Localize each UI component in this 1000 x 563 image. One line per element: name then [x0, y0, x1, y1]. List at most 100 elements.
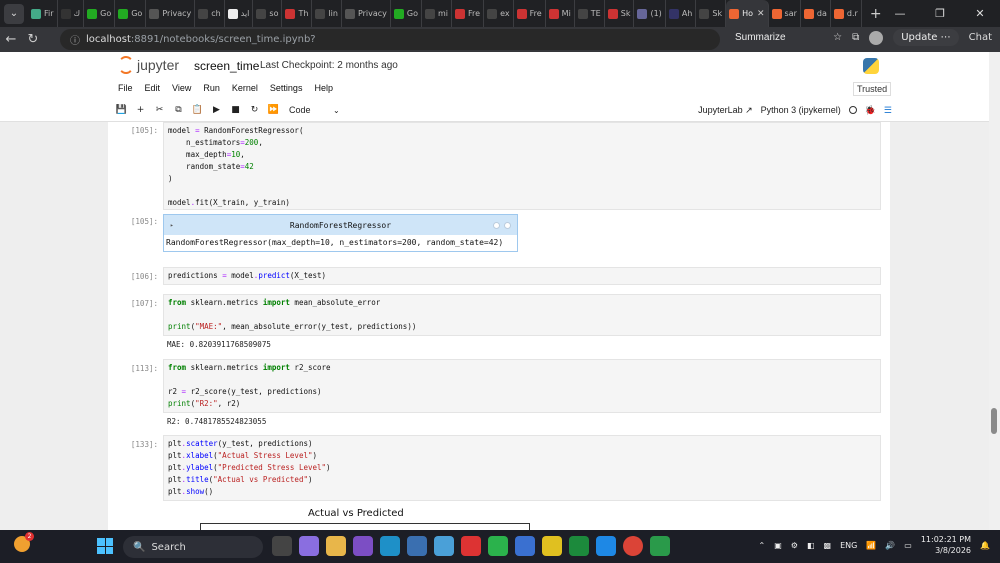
bug-icon[interactable]: 🐞 — [865, 105, 876, 116]
expand-arrow-icon[interactable]: ▸ — [170, 222, 174, 229]
browser-tab[interactable]: da — [801, 0, 831, 27]
notebook-name[interactable]: screen_time — [194, 59, 259, 73]
star-icon[interactable]: ☆ — [833, 32, 842, 43]
menu-help[interactable]: Help — [314, 83, 333, 93]
browser-tab[interactable]: Mi — [546, 0, 575, 27]
maximize-button[interactable]: ❐ — [920, 0, 960, 27]
app-icon[interactable] — [515, 536, 535, 556]
battery-icon[interactable]: ▭ — [904, 541, 912, 550]
stop-icon[interactable]: ■ — [226, 105, 245, 115]
restart-icon[interactable]: ↻ — [245, 105, 264, 115]
browser-tab[interactable]: lin — [312, 0, 342, 27]
chat-button[interactable]: Chat — [969, 32, 992, 43]
reload-icon[interactable]: ↻ — [22, 32, 44, 47]
add-cell-icon[interactable]: + — [131, 105, 150, 115]
run-all-icon[interactable]: ⏩ — [264, 105, 283, 115]
profile-avatar[interactable] — [869, 30, 884, 45]
browser-tab[interactable]: d.r — [831, 0, 862, 27]
list-icon[interactable]: ☰ — [884, 105, 892, 116]
kernel-name[interactable]: Python 3 (ipykernel) — [761, 105, 841, 115]
tray-icon[interactable]: ⚙ — [791, 541, 798, 550]
menu-view[interactable]: View — [172, 83, 191, 93]
close-tab-icon[interactable]: ✕ — [757, 9, 765, 19]
paste-icon[interactable]: 📋 — [188, 105, 207, 115]
chrome-icon[interactable] — [623, 536, 643, 556]
chevron-down-icon[interactable]: ⌄ — [333, 106, 340, 115]
tray-icon[interactable]: ▩ — [824, 541, 832, 550]
code-editor[interactable]: predictions = model.predict(X_test) — [163, 267, 881, 285]
chevron-up-icon[interactable]: ⌃ — [759, 541, 766, 550]
jupyter-logo[interactable]: jupyter — [118, 56, 179, 74]
language-indicator[interactable]: ENG — [840, 541, 857, 550]
vertical-scrollbar[interactable] — [989, 52, 1000, 530]
browser-tab[interactable]: Go — [84, 0, 116, 27]
start-button[interactable] — [97, 538, 113, 554]
menu-settings[interactable]: Settings — [270, 83, 303, 93]
browser-tab[interactable]: TE — [575, 0, 605, 27]
browser-tab[interactable]: ch — [195, 0, 225, 27]
vscode-icon[interactable] — [596, 536, 616, 556]
back-icon[interactable]: ← — [0, 32, 22, 47]
browser-tab[interactable]: Privacy — [146, 0, 196, 27]
menu-file[interactable]: File — [118, 83, 133, 93]
task-view-icon[interactable] — [272, 536, 292, 556]
volume-icon[interactable]: 🔊 — [885, 541, 895, 550]
browser-tab[interactable]: Th — [282, 0, 313, 27]
minimize-button[interactable]: — — [880, 0, 920, 27]
tray-icon[interactable]: ◧ — [807, 541, 815, 550]
tray-icon[interactable]: ▣ — [774, 541, 782, 550]
visual-studio-icon[interactable] — [353, 536, 373, 556]
menu-kernel[interactable]: Kernel — [232, 83, 258, 93]
jupyterlab-link[interactable]: JupyterLab ↗ — [698, 105, 753, 116]
wifi-icon[interactable]: 📶 — [866, 541, 876, 550]
browser-tab[interactable]: Ah — [666, 0, 697, 27]
copy-icon[interactable]: ⧉ — [169, 105, 188, 115]
browser-tab[interactable]: Fir — [28, 0, 58, 27]
update-button[interactable]: Update ⋯ — [893, 29, 959, 46]
trusted-badge[interactable]: Trusted — [853, 82, 892, 96]
clock[interactable]: 11:02:21 PM 3/8/2026 — [921, 534, 971, 556]
browser-tab[interactable]: mi — [422, 0, 453, 27]
browser-tab[interactable]: Fre — [514, 0, 546, 27]
copilot-icon[interactable] — [299, 536, 319, 556]
browser-tab[interactable]: sar — [769, 0, 801, 27]
browser-tab[interactable]: ك — [58, 0, 85, 27]
code-editor[interactable]: from sklearn.metrics import r2_score r2 … — [163, 359, 881, 413]
code-editor[interactable]: model = RandomForestRegressor( n_estimat… — [163, 122, 881, 210]
browser-tab[interactable]: Ho ✕ — [726, 0, 769, 27]
file-explorer-icon[interactable] — [326, 536, 346, 556]
extensions-icon[interactable]: ⧉ — [852, 32, 859, 43]
app-icon[interactable] — [434, 536, 454, 556]
app-icon[interactable] — [569, 536, 589, 556]
save-icon[interactable]: 💾 — [112, 105, 131, 115]
code-editor[interactable]: plt.scatter(y_test, predictions) plt.xla… — [163, 435, 881, 501]
cell-type-select[interactable]: Code — [289, 105, 339, 115]
taskbar-search[interactable]: 🔍 Search — [123, 536, 263, 558]
browser-tab[interactable]: Go — [391, 0, 423, 27]
url-bar[interactable]: ⓘ localhost:8891/notebooks/screen_time.i… — [60, 29, 720, 50]
browser-tab[interactable]: Go — [115, 0, 147, 27]
code-editor[interactable]: from sklearn.metrics import mean_absolut… — [163, 294, 881, 336]
browser-tab[interactable]: (1) — [634, 0, 666, 27]
help-icon[interactable] — [493, 221, 500, 229]
browser-tab[interactable]: ex — [484, 0, 514, 27]
browser-tab[interactable]: so — [253, 0, 283, 27]
menu-run[interactable]: Run — [203, 83, 220, 93]
browser-tab[interactable]: Privacy — [342, 0, 391, 27]
menu-edit[interactable]: Edit — [145, 83, 161, 93]
whatsapp-icon[interactable] — [488, 536, 508, 556]
close-window-button[interactable]: ✕ — [960, 0, 1000, 27]
estimator-header[interactable]: ▸ RandomForestRegressor — [164, 215, 517, 235]
summarize-button[interactable]: Summarize — [735, 32, 786, 43]
browser-tab[interactable]: ايد — [225, 0, 254, 27]
app-icon[interactable] — [407, 536, 427, 556]
app-icon[interactable] — [650, 536, 670, 556]
app-icon[interactable] — [461, 536, 481, 556]
scrollbar-thumb[interactable] — [991, 408, 997, 434]
browser-tab[interactable]: Sk — [696, 0, 727, 27]
site-info-icon[interactable]: ⓘ — [70, 32, 80, 47]
run-icon[interactable]: ▶ — [207, 105, 226, 115]
app-icon[interactable] — [542, 536, 562, 556]
notification-icon[interactable]: 🔔 — [980, 541, 990, 550]
browser-tab[interactable]: Fre — [452, 0, 485, 27]
